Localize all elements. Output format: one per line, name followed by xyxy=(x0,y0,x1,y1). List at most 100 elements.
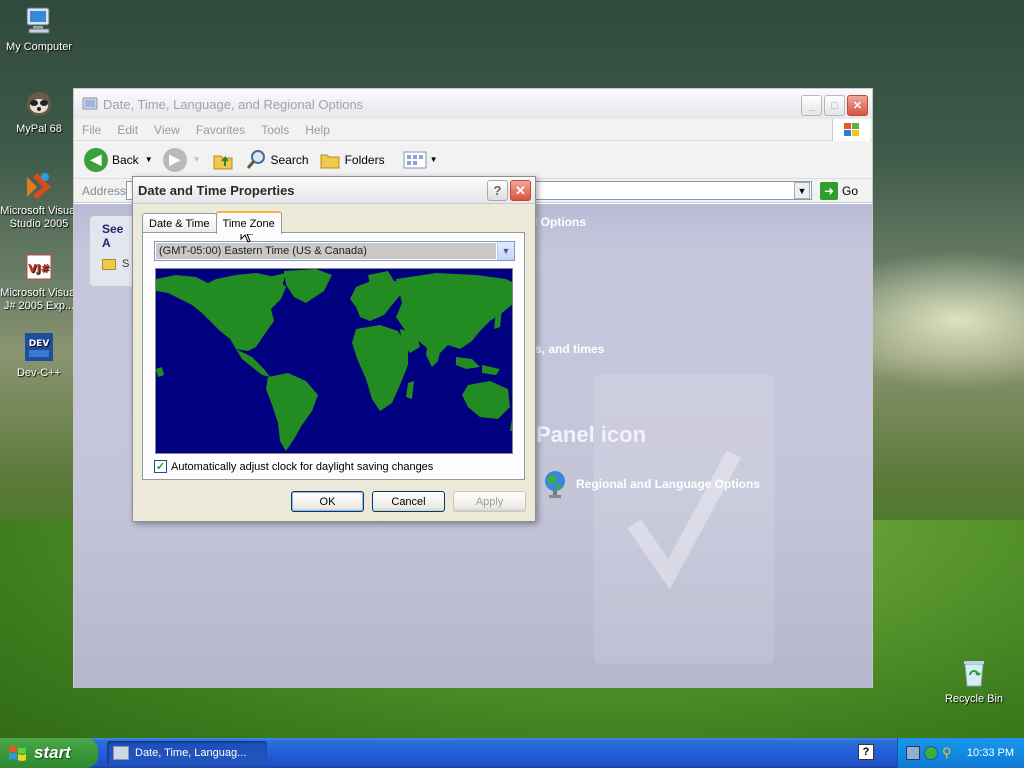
desktop-icon-recycle-bin[interactable]: Recycle Bin xyxy=(934,656,1014,706)
see-also-item[interactable]: S xyxy=(102,258,134,270)
dst-checkbox-label: Automatically adjust clock for daylight … xyxy=(171,460,434,473)
menu-file[interactable]: File xyxy=(82,123,101,137)
desktop-icon-my-computer[interactable]: My Computer xyxy=(0,4,79,54)
control-panel-folder-icon xyxy=(82,95,98,114)
desktop-icon-mypal[interactable]: MyPal 68 xyxy=(0,86,79,136)
folder-icon xyxy=(102,258,116,270)
pick-panel-icon-heading: Panel icon xyxy=(536,422,647,447)
close-button[interactable]: ✕ xyxy=(847,95,868,116)
desktop-icon-dev-cpp[interactable]: DEV Dev-C++ xyxy=(0,330,79,380)
folders-label: Folders xyxy=(344,152,385,167)
menu-help[interactable]: Help xyxy=(305,123,330,137)
checkmark-icon: ✓ xyxy=(154,460,167,473)
visual-studio-icon xyxy=(22,168,56,202)
forward-arrow-icon: ▶ xyxy=(162,147,187,172)
visual-jsharp-icon: VJ# xyxy=(22,250,56,284)
svg-text:VJ#: VJ# xyxy=(28,262,50,275)
svg-text:DEV: DEV xyxy=(29,339,50,349)
network-icon[interactable] xyxy=(906,746,920,760)
address-label: Address xyxy=(82,183,127,198)
desktop-icon-label: My Computer xyxy=(5,41,73,53)
dialog-tabs: Date & Time Time Zone xyxy=(142,211,282,234)
start-label: start xyxy=(34,743,71,762)
raccoon-browser-icon xyxy=(22,86,56,120)
dialog-close-button[interactable]: ✕ xyxy=(510,180,531,201)
go-button[interactable]: ➜ Go xyxy=(819,182,858,200)
folders-button[interactable]: Folders xyxy=(319,149,385,171)
dst-checkbox[interactable]: ✓ Automatically adjust clock for dayligh… xyxy=(154,460,433,473)
regional-options-link[interactable]: Regional and Language Options xyxy=(542,469,760,499)
menu-favorites[interactable]: Favorites xyxy=(196,123,245,137)
folders-icon xyxy=(320,154,340,168)
start-button[interactable]: start xyxy=(0,738,98,768)
windows-logo-icon xyxy=(832,119,870,141)
desktop-icon-visual-studio[interactable]: Microsoft Visual Studio 2005 xyxy=(0,168,79,231)
up-folder-icon xyxy=(213,155,233,169)
desktop-icon-label: Microsoft Visual J# 2005 Exp... xyxy=(0,287,78,312)
time-zone-value: (GMT-05:00) Eastern Time (US & Canada) xyxy=(156,243,496,259)
desktop-icon-label: Recycle Bin xyxy=(944,693,1004,705)
help-button[interactable]: ? xyxy=(487,180,508,201)
ok-button[interactable]: OK xyxy=(291,491,364,512)
taskbar: start Date, Time, Languag... ? ⚲ 10:33 P… xyxy=(0,738,1024,768)
world-map xyxy=(155,268,513,454)
toolbar: ◀ Back ▼ ▶ ▼ Search Folders ▼ xyxy=(74,141,872,179)
cancel-button[interactable]: Cancel xyxy=(372,491,445,512)
globe-icon xyxy=(545,471,565,498)
minimize-button[interactable]: _ xyxy=(801,95,822,116)
desktop-icon-label: Dev-C++ xyxy=(16,367,62,379)
globe-tray-icon[interactable] xyxy=(924,746,938,760)
system-tray: ⚲ 10:33 PM xyxy=(897,738,1024,768)
clock: 10:33 PM xyxy=(966,747,1014,759)
taskbar-item-label: Date, Time, Languag... xyxy=(135,747,247,759)
category-heading: l Options xyxy=(534,215,586,229)
menu-bar: File Edit View Favorites Tools Help xyxy=(74,119,872,141)
views-dropdown-icon: ▼ xyxy=(429,155,438,164)
dialog-title-bar[interactable]: Date and Time Properties xyxy=(133,177,535,204)
forward-dropdown-icon: ▼ xyxy=(192,155,201,164)
explorer-title: Date, Time, Language, and Regional Optio… xyxy=(103,96,364,112)
forward-button[interactable]: ▶ ▼ xyxy=(162,147,201,172)
help-tray-icon[interactable]: ? xyxy=(858,744,874,760)
time-zone-panel: (GMT-05:00) Eastern Time (US & Canada) ▼ xyxy=(142,232,525,480)
back-arrow-icon: ◀ xyxy=(84,147,108,172)
regional-options-label: Regional and Language Options xyxy=(576,477,761,491)
back-label: Back xyxy=(112,152,139,167)
menu-edit[interactable]: Edit xyxy=(117,123,138,137)
task-link[interactable]: s, and times xyxy=(535,342,604,356)
menu-tools[interactable]: Tools xyxy=(261,123,289,137)
up-folder-button[interactable] xyxy=(211,148,235,172)
window-controls: _ □ ✕ xyxy=(801,95,868,116)
date-time-dialog: Date and Time Properties ? ✕ Date & Time… xyxy=(132,176,536,522)
desktop-icon-visual-jsharp[interactable]: VJ# Microsoft Visual J# 2005 Exp... xyxy=(0,250,79,313)
back-button[interactable]: ◀ Back ▼ xyxy=(84,147,153,172)
desktop-icon-label: Microsoft Visual Studio 2005 xyxy=(0,205,78,230)
time-zone-select[interactable]: (GMT-05:00) Eastern Time (US & Canada) ▼ xyxy=(154,241,515,261)
menu-view[interactable]: View xyxy=(154,123,180,137)
search-tray-icon[interactable]: ⚲ xyxy=(942,746,956,760)
computer-icon xyxy=(22,4,56,38)
search-icon xyxy=(246,149,265,169)
recycle-bin-icon xyxy=(957,656,991,690)
windows-flag-icon xyxy=(9,746,26,761)
tab-date-time[interactable]: Date & Time xyxy=(142,213,217,233)
desktop-icon-label: MyPal 68 xyxy=(16,123,62,135)
watermark-icon xyxy=(594,374,774,664)
explorer-title-bar[interactable]: Date, Time, Language, and Regional Optio… xyxy=(74,89,872,119)
back-dropdown-icon[interactable]: ▼ xyxy=(145,155,153,164)
taskbar-item-date-time[interactable]: Date, Time, Languag... xyxy=(107,741,267,765)
world-map-image xyxy=(156,269,512,453)
search-button[interactable]: Search xyxy=(245,149,309,171)
chevron-down-icon[interactable]: ▼ xyxy=(497,242,514,260)
views-icon xyxy=(403,151,427,168)
views-button[interactable]: ▼ xyxy=(403,150,438,170)
go-label: Go xyxy=(841,184,858,198)
maximize-button[interactable]: □ xyxy=(824,95,845,116)
see-also-panel: See A S xyxy=(90,216,134,286)
address-dropdown-icon[interactable]: ▼ xyxy=(794,182,810,199)
control-panel-icon xyxy=(113,746,129,760)
dev-cpp-icon: DEV xyxy=(22,330,56,364)
see-also-heading: See A xyxy=(102,222,124,250)
apply-button[interactable]: Apply xyxy=(453,491,526,512)
tab-time-zone[interactable]: Time Zone xyxy=(215,211,282,234)
